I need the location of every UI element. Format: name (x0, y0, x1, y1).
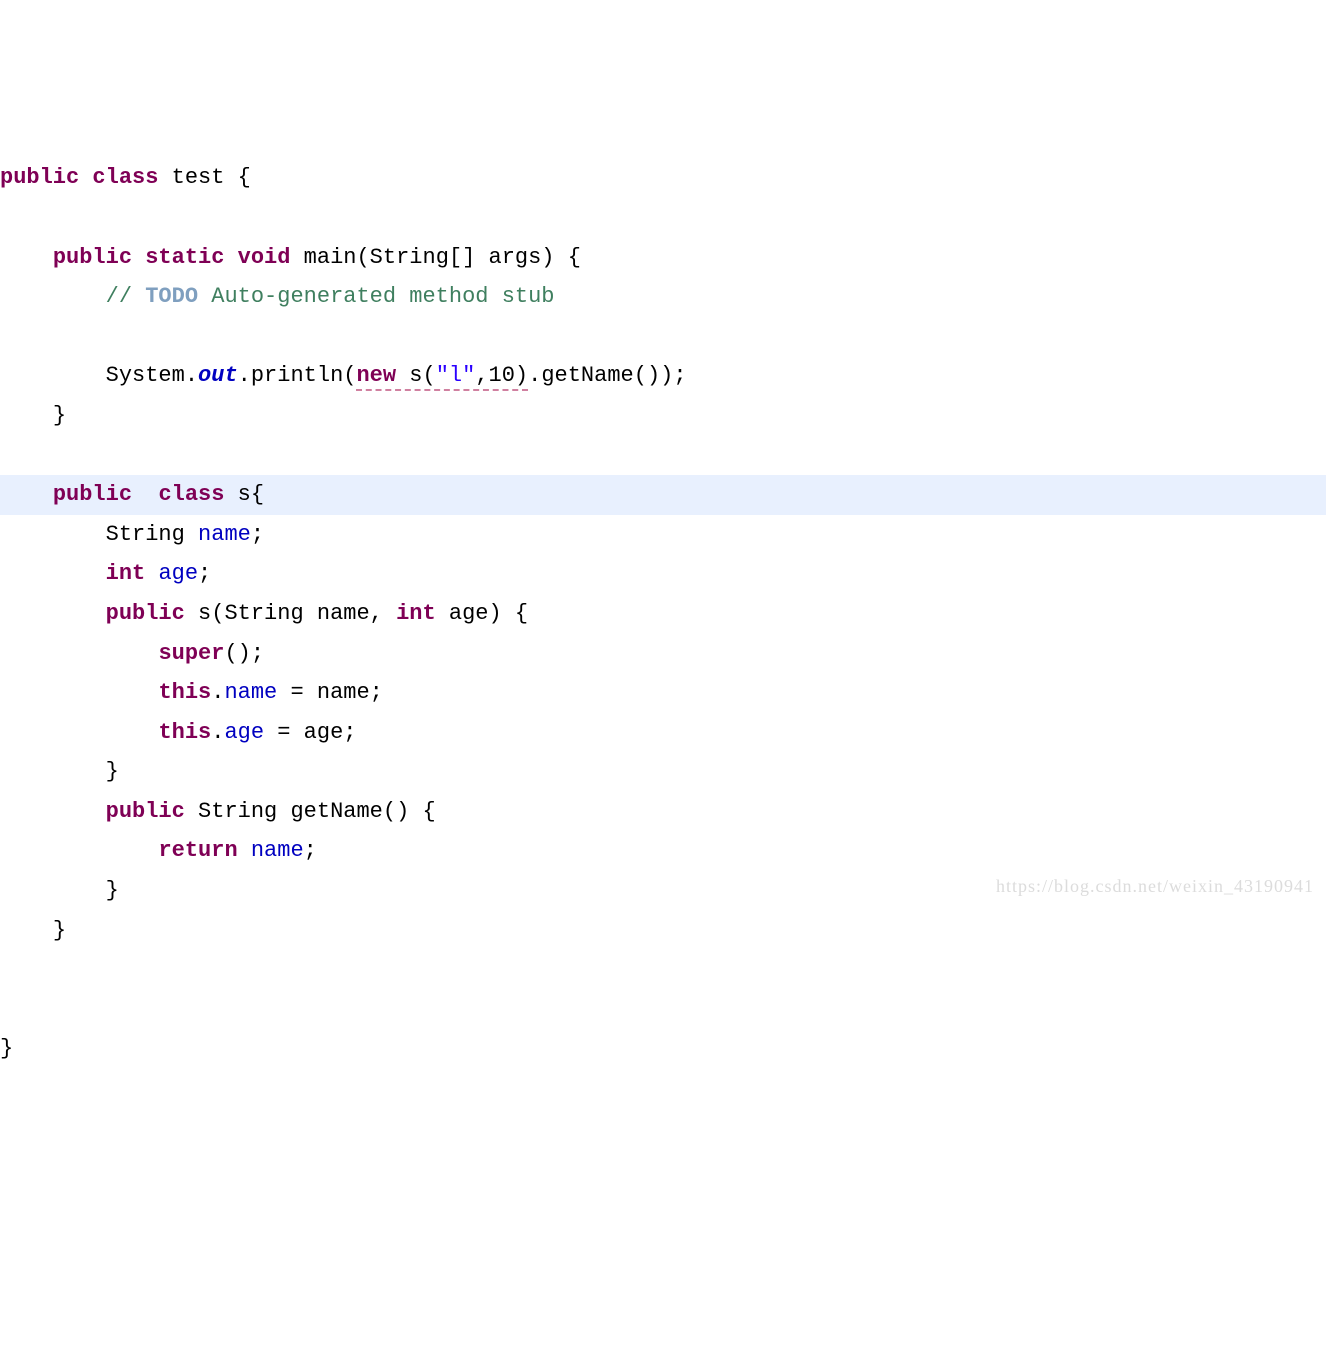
string-literal: "l" (436, 363, 476, 388)
dot: . (211, 680, 224, 705)
code-text: .getName()); (528, 363, 686, 388)
code-text: ,10) (475, 363, 528, 388)
semicolon: ; (198, 561, 211, 586)
class-name: test (172, 165, 225, 190)
method-signature: main(String[] args) { (304, 245, 581, 270)
code-text: = name; (277, 680, 383, 705)
field-name: name (198, 522, 251, 547)
type: String (106, 522, 198, 547)
semicolon: ; (251, 522, 264, 547)
keyword-public: public (53, 245, 132, 270)
dot: . (211, 720, 224, 745)
keyword-public: public (53, 482, 132, 507)
keyword-this: this (158, 680, 211, 705)
code-text: (); (224, 641, 264, 666)
keyword-static: static (145, 245, 224, 270)
code-text: age) { (436, 601, 528, 626)
watermark: https://blog.csdn.net/weixin_43190941 (996, 870, 1314, 902)
keyword-class: class (158, 482, 224, 507)
field-age: age (224, 720, 264, 745)
keyword-int: int (396, 601, 436, 626)
keyword-return: return (158, 838, 237, 863)
code-text: System. (106, 363, 198, 388)
space (238, 838, 251, 863)
keyword-public: public (0, 165, 79, 190)
code-text: s(String name, (185, 601, 396, 626)
keyword-this: this (158, 720, 211, 745)
code-block: public class test { public static void m… (0, 158, 1326, 1069)
code-text: s( (396, 363, 436, 388)
brace: { (224, 165, 250, 190)
keyword-public: public (106, 601, 185, 626)
comment-slashes: // (106, 284, 146, 309)
keyword-void: void (238, 245, 291, 270)
brace: } (106, 878, 119, 903)
code-text: = age; (264, 720, 356, 745)
brace: } (0, 1036, 13, 1061)
keyword-class: class (92, 165, 158, 190)
warning-underline: new s("l",10) (356, 363, 528, 391)
keyword-int: int (106, 561, 146, 586)
keyword-super: super (158, 641, 224, 666)
field-name: name (224, 680, 277, 705)
code-text: String getName() { (185, 799, 436, 824)
highlighted-line: public class s{ (0, 475, 1326, 515)
brace: } (53, 403, 66, 428)
brace: } (106, 759, 119, 784)
space (145, 561, 158, 586)
comment-text: Auto-generated method stub (198, 284, 554, 309)
keyword-public: public (106, 799, 185, 824)
semicolon: ; (304, 838, 317, 863)
field-age: age (158, 561, 198, 586)
class-name: s{ (224, 482, 264, 507)
keyword-new: new (356, 363, 396, 388)
static-field-out: out (198, 363, 238, 388)
space (132, 482, 158, 507)
code-text: .println( (238, 363, 357, 388)
brace: } (53, 918, 66, 943)
todo-tag: TODO (145, 284, 198, 309)
field-name: name (251, 838, 304, 863)
